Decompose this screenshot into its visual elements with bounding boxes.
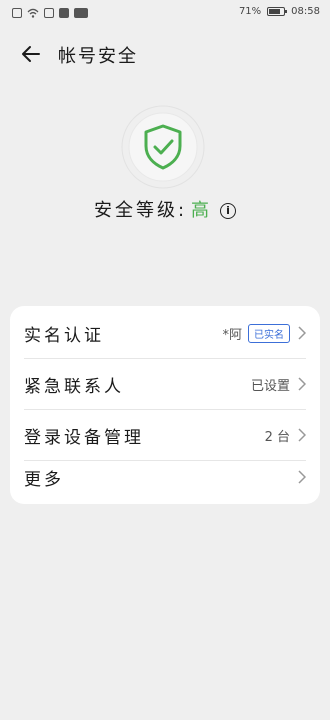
app-header: 帐号安全 [0,36,330,72]
message-icon [74,8,88,18]
shield-check-icon [121,105,205,189]
verified-badge: 已实名 [248,324,290,343]
sim-icon [12,8,22,18]
battery-percent: 71% [238,6,262,17]
status-icons-left [12,8,88,18]
menu-item-label: 登录设备管理 [24,428,144,448]
wifi-icon [27,8,39,18]
clock: 08:58 [291,6,320,17]
status-icons-right: 71% 08:58 [239,6,320,17]
alert-icon [59,8,69,18]
menu-item-label: 紧急联系人 [24,377,124,397]
security-menu-card: 实名认证 *阿 已实名 紧急联系人 已设置 登录设备管理 2 台 更多 [10,306,320,504]
menu-item-label: 实名认证 [24,326,104,346]
menu-item-emergency-contact[interactable]: 紧急联系人 已设置 [10,359,320,409]
status-bar: 71% 08:58 [0,0,330,28]
security-level-value: 高 [191,200,213,221]
notification-icon [44,8,54,18]
chevron-right-icon [298,326,306,340]
menu-item-real-name[interactable]: 实名认证 *阿 已实名 [10,308,320,358]
info-icon[interactable]: i [220,203,237,219]
chevron-right-icon [298,428,306,442]
page-title: 帐号安全 [58,46,138,67]
chevron-right-icon [298,470,306,484]
menu-item-label: 更多 [24,470,64,490]
menu-item-value: 已设置 [250,379,290,394]
menu-item-value: 2 台 [264,430,290,445]
battery-icon [267,7,288,16]
menu-item-value: *阿 [222,328,242,343]
back-arrow-icon[interactable] [20,43,42,65]
chevron-right-icon [298,377,306,391]
security-level-label: 安全等级: [93,200,188,221]
menu-item-more[interactable]: 更多 [10,452,320,502]
security-level: 安全等级: 高 i [0,196,330,222]
